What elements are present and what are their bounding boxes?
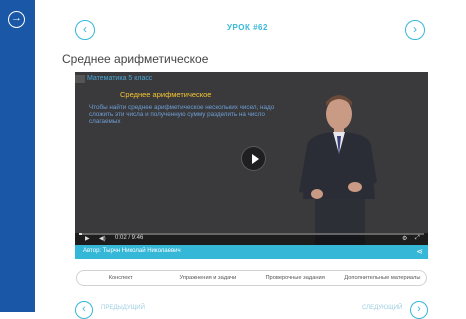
lesson-tabs: Конспект Упражнения и задачи Проверочные… <box>76 270 427 286</box>
video-controls: ▶ ◀) 0:02 / 9:46 ⚙ ⤢ <box>75 233 428 245</box>
video-board-text: Чтобы найти среднее арифметическое неско… <box>89 104 275 125</box>
next-button[interactable]: › <box>410 301 428 319</box>
volume-icon[interactable]: ◀) <box>99 235 106 242</box>
sidebar: → <box>0 0 35 312</box>
tab-extra-materials[interactable]: Дополнительные материалы <box>339 271 426 285</box>
video-course-label: Математика 5 класс <box>87 75 153 82</box>
tab-exercises[interactable]: Упражнения и задачи <box>164 271 251 285</box>
lesson-header: ‹ УРОК #62 › <box>60 10 435 50</box>
author-bar: Автор: Тырчн Николай Николаевич ⋖ <box>75 245 428 259</box>
prev-label[interactable]: ПРЕДЫДУЩИЙ <box>101 305 145 311</box>
video-player[interactable]: Математика 5 класс Среднее арифметическо… <box>75 72 428 245</box>
fullscreen-icon[interactable]: ⤢ <box>415 235 420 242</box>
chevron-right-icon: › <box>417 303 421 315</box>
tab-tests[interactable]: Проверочные задания <box>252 271 339 285</box>
logo-icon <box>75 75 85 83</box>
chevron-right-icon: › <box>413 22 417 36</box>
play-small-icon[interactable]: ▶ <box>85 235 90 242</box>
next-lesson-button[interactable]: › <box>405 20 425 40</box>
video-topic-label: Среднее арифметическое <box>120 90 212 99</box>
video-time: 0:02 / 9:46 <box>115 235 144 241</box>
share-icon[interactable]: ⋖ <box>416 247 423 256</box>
bottom-navigation: ‹ ПРЕДЫДУЩИЙ СЛЕДУЮЩИЙ › <box>65 299 430 319</box>
next-label[interactable]: СЛЕДУЮЩИЙ <box>362 305 402 311</box>
tab-summary[interactable]: Конспект <box>77 271 164 285</box>
teacher-figure <box>299 95 377 245</box>
arrow-right-circle-icon[interactable]: → <box>8 11 25 28</box>
settings-icon[interactable]: ⚙ <box>402 235 407 242</box>
author-label: Автор: Тырчн Николай Николаевич <box>83 248 181 254</box>
prev-button[interactable]: ‹ <box>75 301 93 319</box>
chevron-left-icon: ‹ <box>82 303 86 315</box>
play-button[interactable] <box>241 146 266 171</box>
video-progress-fill <box>79 233 83 235</box>
lesson-number: УРОК #62 <box>227 23 268 32</box>
page-title: Среднее арифметическое <box>62 52 209 66</box>
